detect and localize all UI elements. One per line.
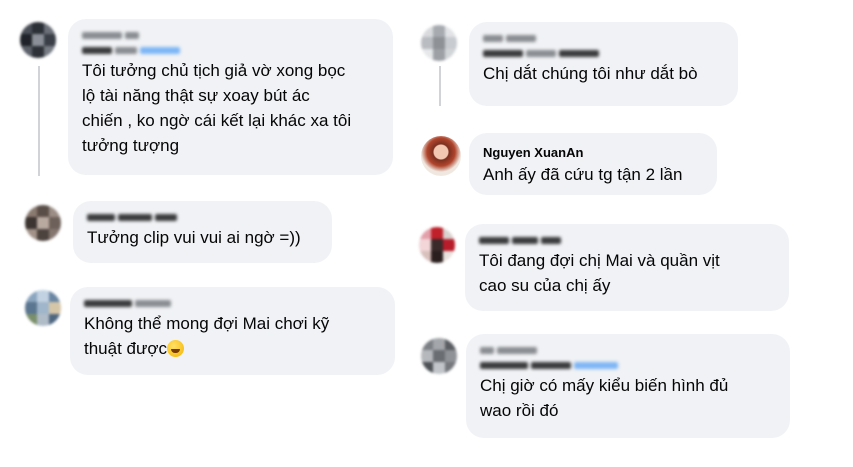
commenter-name-blurred[interactable]	[480, 344, 776, 357]
thread-line-left	[38, 66, 40, 176]
commenter-name-blurred[interactable]	[87, 211, 318, 224]
commenter-name-blurred[interactable]	[479, 234, 775, 247]
commenter-meta-blurred	[480, 359, 776, 372]
thread-line-right	[439, 66, 441, 106]
avatar[interactable]	[20, 22, 56, 58]
commenter-name-blurred[interactable]	[82, 29, 379, 42]
avatar[interactable]	[421, 136, 461, 176]
comment-bubble: Tôi tưởng chủ tịch giả vờ xong bọc lộ tà…	[68, 19, 393, 175]
comment-bubble: Tôi đang đợi chị Mai và quần vịt cao su …	[465, 224, 789, 311]
comment-bubble: Chị dắt chúng tôi như dắt bò	[469, 22, 738, 106]
grinning-sweat-emoji	[167, 340, 185, 357]
commenter-name-blurred[interactable]	[483, 32, 724, 45]
comment-text: Chị dắt chúng tôi như dắt bò	[483, 64, 698, 83]
comment-bubble: Tưởng clip vui vui ai ngờ =))	[73, 201, 332, 263]
avatar[interactable]	[25, 290, 61, 326]
comment-text: Tưởng clip vui vui ai ngờ =))	[87, 228, 301, 247]
comment-bubble: Không thể mong đợi Mai chơi kỹ thuật đượ…	[70, 287, 395, 375]
comment-text: Chị giờ có mấy kiểu biến hình đủ wao rồi…	[480, 376, 729, 420]
avatar[interactable]	[421, 25, 457, 61]
comment-text: Tôi tưởng chủ tịch giả vờ xong bọc lộ tà…	[82, 61, 352, 155]
avatar[interactable]	[25, 205, 61, 241]
comment-bubble: Chị giờ có mấy kiểu biến hình đủ wao rồi…	[466, 334, 790, 438]
commenter-name[interactable]: Nguyen XuanAn	[483, 145, 703, 161]
avatar[interactable]	[419, 227, 455, 263]
comment-text: Anh ấy đã cứu tg tận 2 lần	[483, 165, 683, 184]
comment-text: Không thể mong đợi Mai chơi kỹ thuật đượ…	[84, 314, 330, 358]
commenter-name-blurred[interactable]	[84, 297, 381, 310]
commenter-meta-blurred	[82, 44, 379, 57]
commenter-meta-blurred	[483, 47, 724, 60]
comment-bubble: Nguyen XuanAn Anh ấy đã cứu tg tận 2 lần	[469, 133, 717, 195]
avatar[interactable]	[421, 338, 457, 374]
comment-text: Tôi đang đợi chị Mai và quần vịt cao su …	[479, 251, 720, 295]
